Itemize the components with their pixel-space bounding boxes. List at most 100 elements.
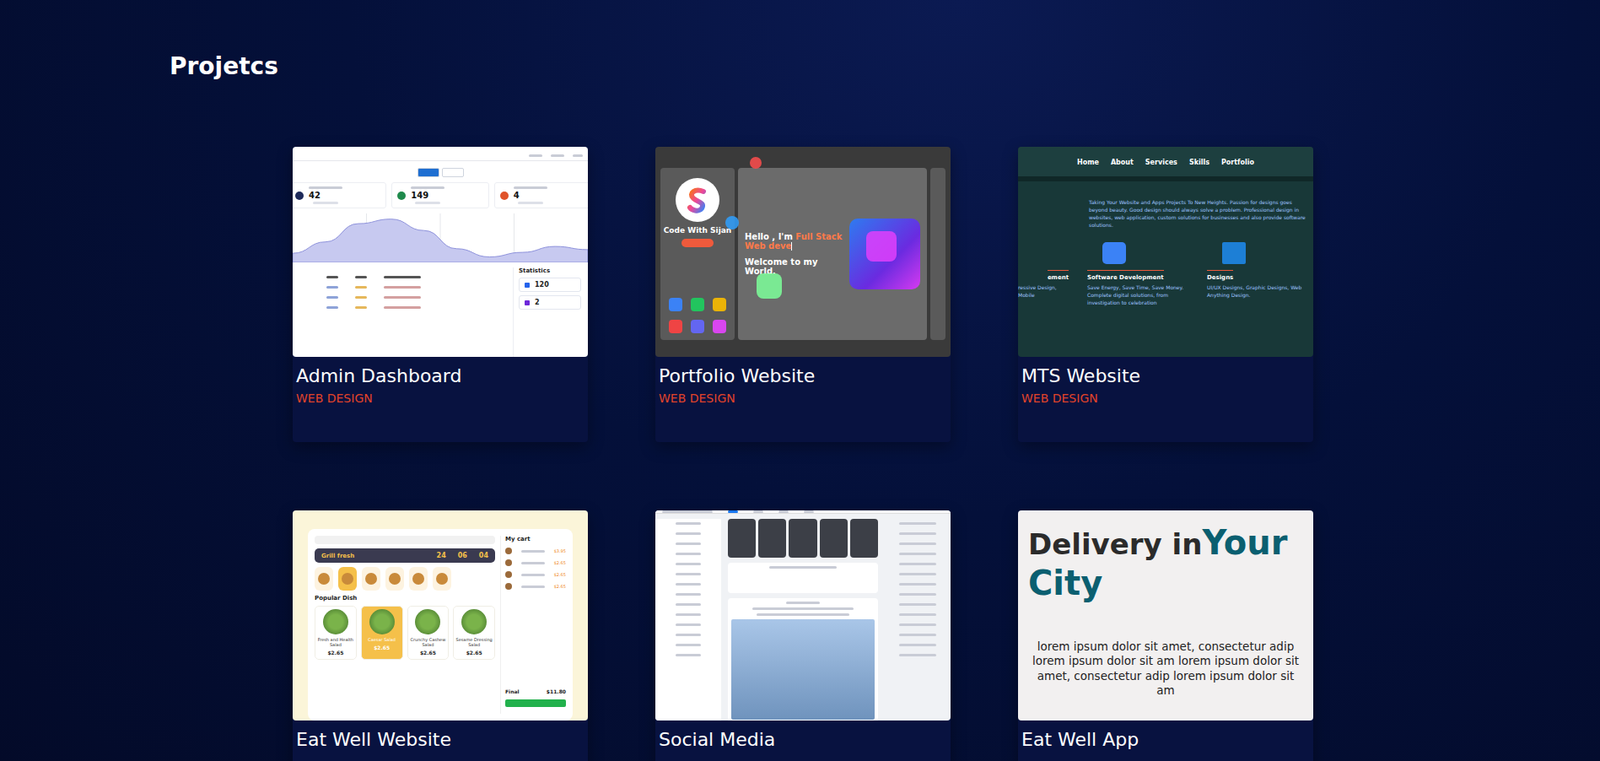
- project-card[interactable]: Grill fresh240604Popular DishFresh and H…: [292, 510, 588, 761]
- dish-price: $2.65: [373, 644, 390, 651]
- app-tile-icon[interactable]: [668, 297, 683, 312]
- mts-preview: Home About Services Skills Portfolio Taking Y…: [1018, 146, 1314, 357]
- portfolio-preview: Code With SijanHello , I'm Full Stack We…: [655, 146, 951, 357]
- project-title: MTS Website: [1021, 365, 1310, 387]
- hire-button[interactable]: [681, 238, 714, 248]
- app-grid: [668, 297, 727, 334]
- food-icon: [365, 572, 378, 585]
- dish-image: [323, 608, 349, 635]
- promo-banner: Grill fresh240604: [314, 548, 496, 563]
- project-thumbnail[interactable]: Code With SijanHello , I'm Full Stack We…: [655, 146, 951, 357]
- project-card[interactable]: 421494Statistics1202Admin DashboardWEB D…: [292, 146, 588, 442]
- panel-title: Statistics: [518, 267, 582, 275]
- category-chip[interactable]: [314, 566, 334, 591]
- table-preview: [326, 267, 507, 357]
- stat-card: 4: [494, 182, 588, 209]
- feature: Software DevelopmentSave Energy, Save Ti…: [1087, 242, 1189, 307]
- intro-text: Taking Your Website and Apps Projects To…: [1018, 181, 1314, 229]
- project-card[interactable]: Delivery inYour Citylorem ipsum dolor si…: [1018, 510, 1314, 761]
- dish-name: Fresh and Health Salad: [317, 636, 355, 647]
- category-chip[interactable]: [385, 566, 405, 591]
- dish-image: [461, 608, 487, 635]
- checkout-button[interactable]: [505, 699, 566, 707]
- dish-image: [414, 608, 441, 635]
- project-title: Social Media: [658, 728, 948, 750]
- cart-item: $2.65: [505, 559, 566, 566]
- projects-grid: 421494Statistics1202Admin DashboardWEB D…: [292, 146, 1600, 761]
- project-tag: WEB DESIGN: [296, 391, 585, 405]
- nav-link[interactable]: Home: [1077, 158, 1099, 167]
- search-field[interactable]: [314, 535, 496, 545]
- food-preview: Grill fresh240604Popular DishFresh and H…: [292, 510, 588, 721]
- project-title: Eat Well App: [1021, 728, 1310, 750]
- app-tile-icon[interactable]: [690, 297, 705, 312]
- story[interactable]: [727, 518, 756, 558]
- project-thumbnail[interactable]: Delivery inYour Citylorem ipsum dolor si…: [1018, 510, 1314, 721]
- project-card[interactable]: Social Media: [655, 510, 951, 761]
- feature: Designs UI/UX Designs, Graphic Designs, W…: [1206, 242, 1314, 307]
- dish-card[interactable]: Sesame Dressing Salad$2.65: [452, 605, 496, 660]
- logo-icon: [683, 185, 712, 215]
- dish-price: $2.65: [327, 649, 344, 656]
- project-thumbnail[interactable]: [655, 510, 951, 721]
- dish-name: Caesar Salad: [367, 636, 396, 642]
- dish-image: [369, 608, 395, 635]
- profile-panel: Code With Sijan: [660, 167, 735, 340]
- nav-link[interactable]: Services: [1145, 158, 1178, 167]
- app-tile-icon[interactable]: [690, 319, 705, 334]
- dish-card[interactable]: Caesar Salad $2.65: [360, 605, 404, 660]
- section-label: Popular Dish: [314, 594, 496, 602]
- decor-cube: [866, 231, 897, 262]
- nav-link[interactable]: Skills: [1189, 158, 1210, 167]
- project-card[interactable]: Code With SijanHello , I'm Full Stack We…: [655, 146, 951, 442]
- food-icon: [436, 572, 448, 585]
- stat-icon: [500, 191, 509, 200]
- app-tile-icon[interactable]: [712, 319, 727, 334]
- delivery-preview: Delivery inYour Citylorem ipsum dolor si…: [1018, 510, 1314, 721]
- project-thumbnail[interactable]: 421494Statistics1202: [292, 146, 588, 357]
- story[interactable]: [819, 518, 848, 558]
- project-tag: WEB DESIGN: [658, 391, 948, 405]
- project-thumbnail[interactable]: Home About Services Skills Portfolio Taking Y…: [1018, 146, 1314, 357]
- toggle-pill: [441, 167, 464, 178]
- monitor-icon: [1222, 242, 1246, 264]
- app-tile-icon[interactable]: [668, 319, 683, 334]
- feature-text: UI/UX Designs, Graphic Designs, Web Anyt…: [1206, 283, 1314, 299]
- project-title: Admin Dashboard: [296, 365, 585, 387]
- category-chip[interactable]: [409, 566, 428, 591]
- banner-stat: 06: [457, 551, 468, 560]
- stories: [727, 518, 879, 558]
- toggle-pill: [417, 167, 440, 178]
- right-strip: [930, 167, 946, 340]
- banner-title: Grill fresh: [321, 552, 426, 560]
- project-thumbnail[interactable]: Grill fresh240604Popular DishFresh and H…: [292, 510, 588, 721]
- decor-dot: [725, 215, 739, 230]
- admin-dashboard-preview: 421494Statistics1202: [292, 146, 588, 357]
- dish-card[interactable]: Crunchy Cashew Salad$2.65: [407, 605, 450, 660]
- project-tag: WEB DESIGN: [1021, 391, 1310, 405]
- story[interactable]: [758, 518, 787, 558]
- category-chip[interactable]: [361, 566, 381, 591]
- project-title: Portfolio Website: [658, 365, 948, 387]
- food-icon: [341, 572, 354, 585]
- dish-name: Crunchy Cashew Salad: [409, 636, 448, 647]
- nav-link[interactable]: Portfolio: [1221, 158, 1255, 167]
- banner-stat: 04: [479, 551, 489, 560]
- cart-title: My cart: [505, 535, 566, 543]
- feature-text: ressive Design, Mobile: [1018, 283, 1069, 299]
- stat-card: 42: [292, 182, 387, 209]
- post-composer[interactable]: [727, 562, 879, 593]
- dish-card[interactable]: Fresh and Health Salad $2.65: [314, 605, 357, 660]
- feature-title: Designs: [1206, 269, 1234, 281]
- app-tile-icon[interactable]: [712, 297, 727, 312]
- project-card[interactable]: Home About Services Skills Portfolio Taking Y…: [1018, 146, 1314, 442]
- story[interactable]: [788, 518, 817, 558]
- nav-link[interactable]: About: [1110, 158, 1134, 167]
- category-chip[interactable]: [338, 566, 357, 591]
- food-icon: [317, 572, 330, 585]
- social-preview: [655, 510, 951, 721]
- project-title: Eat Well Website: [296, 728, 585, 750]
- hero-text: lorem ipsum dolor sit amet, consectetur …: [1028, 639, 1304, 699]
- category-chip[interactable]: [432, 566, 452, 591]
- story[interactable]: [850, 518, 879, 558]
